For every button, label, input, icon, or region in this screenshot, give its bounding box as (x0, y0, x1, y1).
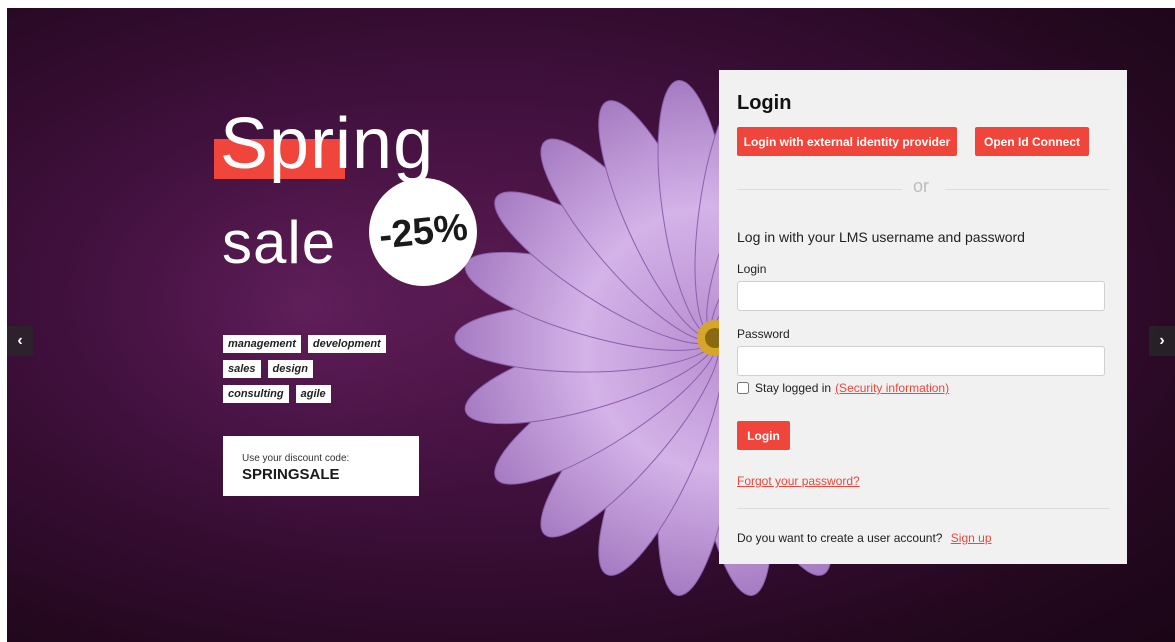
signup-link[interactable]: Sign up (951, 531, 992, 545)
chevron-left-icon: ‹ (17, 332, 23, 349)
login-input[interactable] (737, 281, 1105, 311)
login-button[interactable]: Login (737, 421, 790, 450)
discount-badge: -25% (369, 178, 477, 286)
stay-logged-in-row: Stay logged in (Security information) (737, 381, 949, 395)
tag: agile (295, 385, 331, 403)
or-separator: or (913, 176, 930, 196)
discount-value: -25% (376, 205, 470, 258)
hero-banner: ‹ › Spring sale -25% management developm… (7, 8, 1175, 642)
password-input[interactable] (737, 346, 1105, 376)
security-info-link[interactable]: (Security information) (835, 381, 949, 395)
or-divider-left (737, 189, 902, 190)
tag: design (267, 360, 313, 378)
or-divider-right (945, 189, 1109, 190)
login-panel: Login Login with external identity provi… (719, 70, 1127, 564)
discount-code-box: Use your discount code: SPRINGSALE (223, 436, 419, 496)
promo-tags: management development sales design cons… (223, 335, 423, 410)
tag: management (223, 335, 301, 353)
discount-code-label: Use your discount code: (242, 453, 350, 464)
carousel-prev-button[interactable]: ‹ (7, 326, 33, 356)
stay-logged-in-label: Stay logged in (755, 381, 832, 395)
stay-logged-in-checkbox[interactable] (737, 382, 749, 394)
promo-title-line2: sale (222, 209, 337, 276)
password-label: Password (737, 327, 790, 341)
signup-row: Do you want to create a user account? Si… (737, 531, 992, 545)
external-login-button[interactable]: Login with external identity provider (737, 127, 957, 156)
login-title: Login (737, 92, 792, 114)
tag: consulting (223, 385, 289, 403)
divider (737, 508, 1109, 509)
login-label: Login (737, 262, 767, 276)
tag: sales (223, 360, 261, 378)
openid-connect-button[interactable]: Open Id Connect (975, 127, 1089, 156)
login-subheading: Log in with your LMS username and passwo… (737, 229, 1025, 245)
carousel-next-button[interactable]: › (1149, 326, 1175, 356)
forgot-password-link[interactable]: Forgot your password? (737, 474, 860, 488)
promo-title-line1: Spring (220, 104, 435, 184)
chevron-right-icon: › (1159, 332, 1165, 349)
tag: development (307, 335, 386, 353)
create-account-text: Do you want to create a user account? (737, 531, 943, 545)
discount-code-value: SPRINGSALE (242, 466, 340, 483)
